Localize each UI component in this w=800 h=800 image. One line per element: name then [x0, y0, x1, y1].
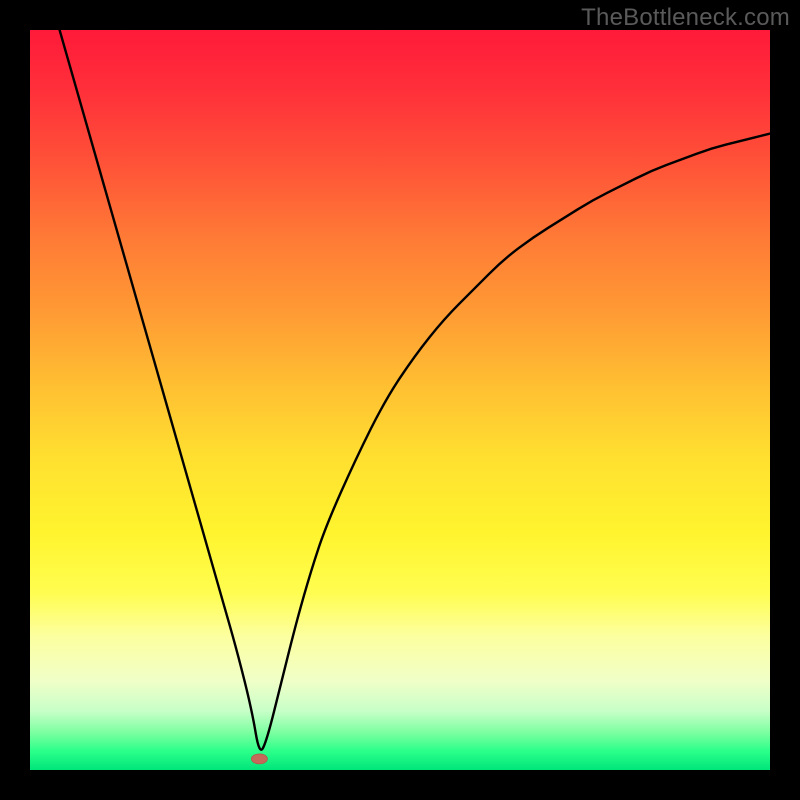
plot-area	[30, 30, 770, 770]
watermark-text: TheBottleneck.com	[581, 4, 790, 32]
chart-svg	[30, 30, 770, 770]
bottleneck-curve	[60, 30, 770, 750]
minimum-marker	[251, 754, 267, 764]
